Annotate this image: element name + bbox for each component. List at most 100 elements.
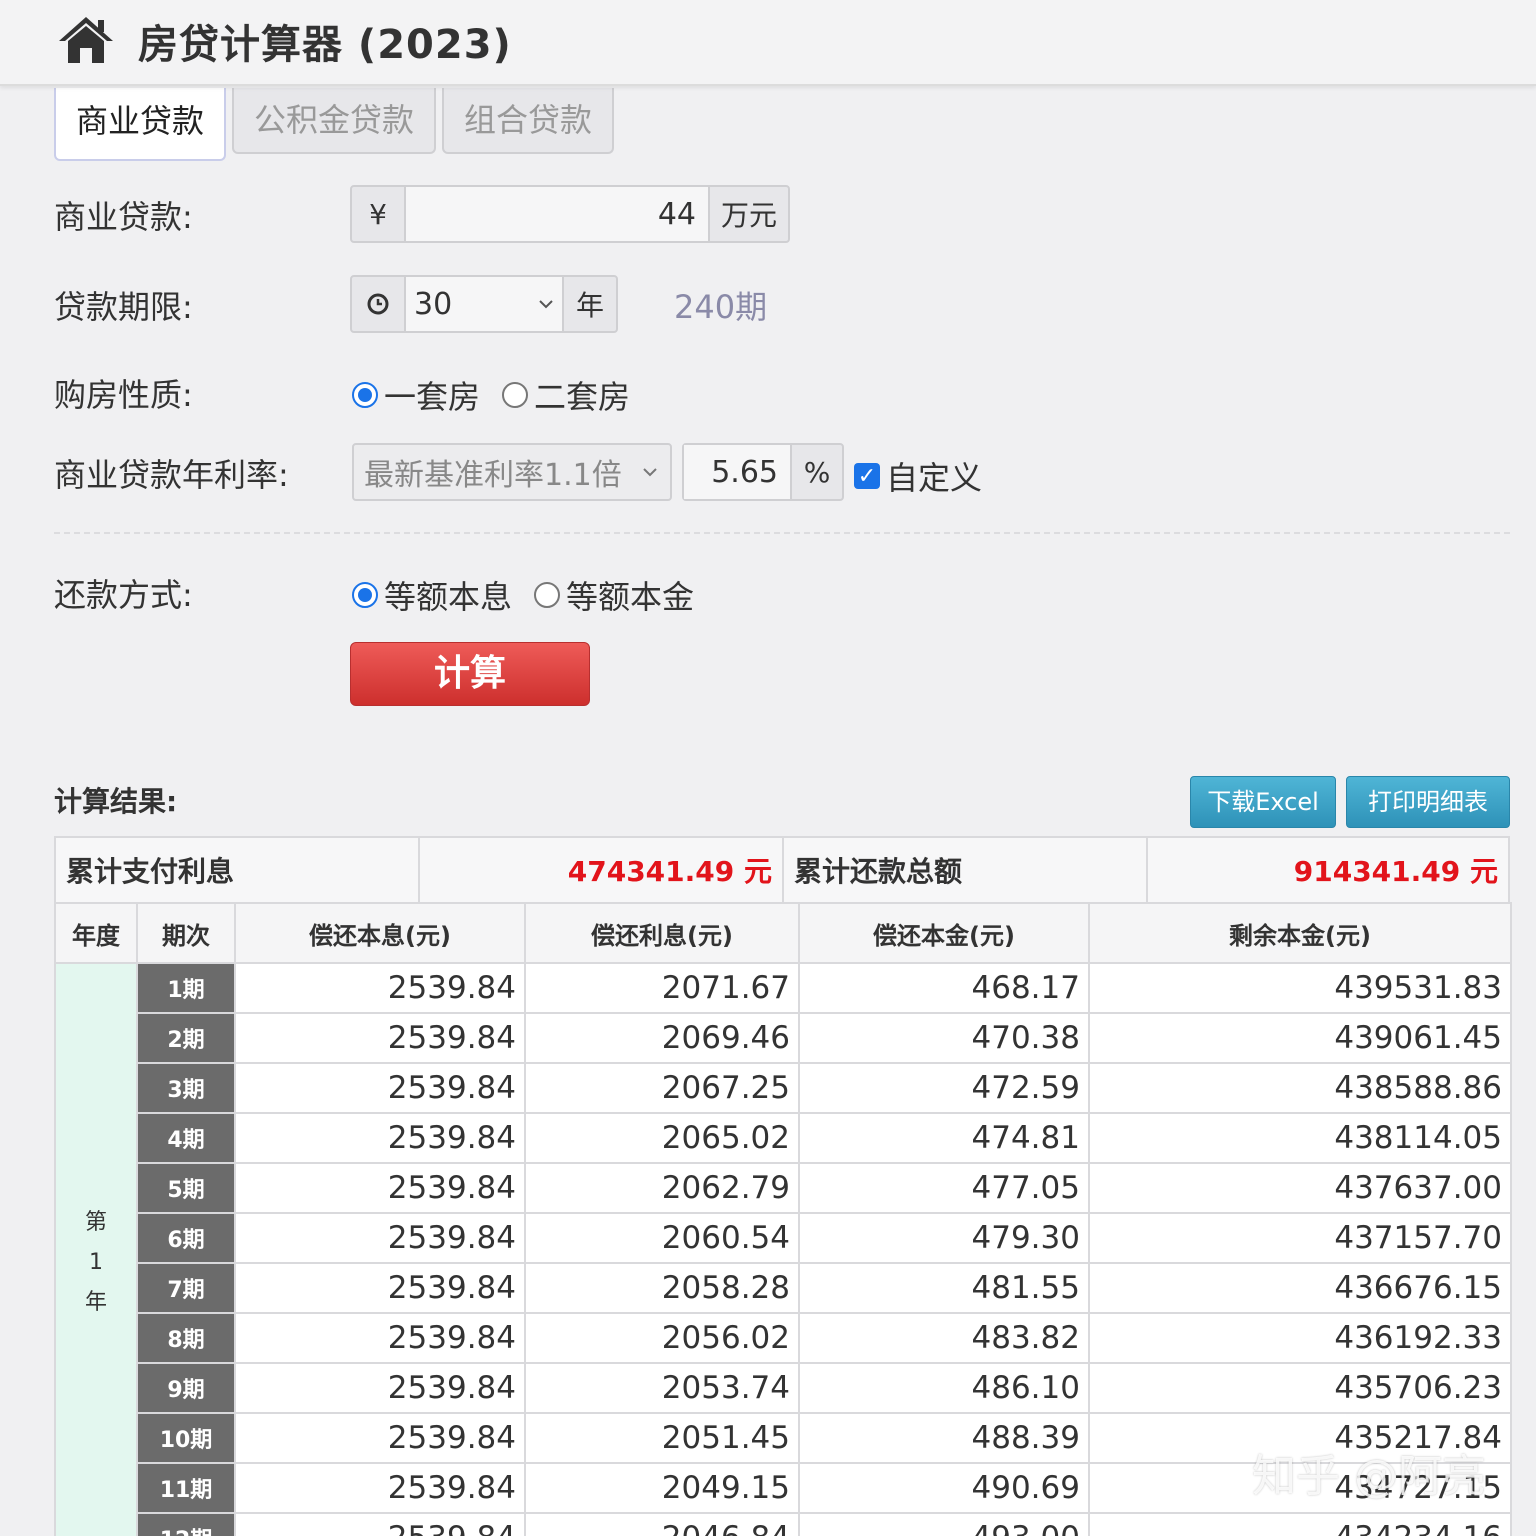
col-header-interest: 偿还利息(元) [524, 902, 800, 964]
principal-cell: 488.39 [798, 1412, 1090, 1464]
interest-cell: 2071.67 [524, 962, 800, 1014]
tab-provident-fund-loan[interactable]: 公积金贷款 [232, 88, 436, 154]
interest-cell: 2046.84 [524, 1512, 800, 1536]
clock-icon [352, 277, 404, 331]
top-bar: 房贷计算器 (2023) [0, 0, 1536, 86]
custom-rate-checkbox[interactable]: ✓ 自定义 [854, 453, 982, 499]
equal-principal-label: 等额本金 [566, 578, 695, 616]
period-cell: 5期 [136, 1162, 236, 1214]
period-cell: 7期 [136, 1262, 236, 1314]
principal-cell: 472.59 [798, 1062, 1090, 1114]
table-row: 11期 2539.84 2049.15 490.69 434727.15 [55, 1462, 1512, 1514]
table-row: 7期 2539.84 2058.28 481.55 436676.15 [55, 1262, 1512, 1314]
download-excel-button[interactable]: 下载Excel [1190, 776, 1336, 828]
house-type-label: 购房性质: [54, 376, 193, 414]
remaining-cell: 435706.23 [1088, 1362, 1512, 1414]
interest-rate-label: 商业贷款年利率: [54, 456, 289, 494]
total-interest-value: 474341.49 元 [420, 838, 784, 902]
radio-empty-icon [502, 382, 528, 408]
principal-cell: 474.81 [798, 1112, 1090, 1164]
loan-term-select[interactable]: 30 [404, 277, 564, 331]
loan-amount-label: 商业贷款: [54, 198, 193, 236]
interest-cell: 2069.46 [524, 1012, 800, 1064]
remaining-cell: 434234.16 [1088, 1512, 1512, 1536]
remaining-cell: 435217.84 [1088, 1412, 1512, 1464]
loan-amount-input[interactable]: 44 [404, 187, 710, 241]
chevron-down-icon [539, 300, 553, 309]
remaining-cell: 434727.15 [1088, 1462, 1512, 1514]
loan-term-label: 贷款期限: [54, 288, 193, 326]
principal-cell: 486.10 [798, 1362, 1090, 1414]
interest-cell: 2053.74 [524, 1362, 800, 1414]
remaining-cell: 438588.86 [1088, 1062, 1512, 1114]
loan-amount-unit: 万元 [720, 199, 777, 232]
interest-cell: 2051.45 [524, 1412, 800, 1464]
rate-type-select[interactable]: 最新基准利率1.1倍 [352, 443, 672, 501]
principal-cell: 470.38 [798, 1012, 1090, 1064]
period-cell: 1期 [136, 962, 236, 1014]
principal-cell: 490.69 [798, 1462, 1090, 1514]
payment-cell: 2539.84 [234, 1512, 526, 1536]
second-house-radio[interactable]: 二套房 [502, 372, 630, 418]
payment-cell: 2539.84 [234, 962, 526, 1014]
table-row: 2期 2539.84 2069.46 470.38 439061.45 [55, 1012, 1512, 1064]
col-header-period: 期次 [136, 902, 236, 964]
loan-amount-group: ¥ 44 万元 [350, 185, 790, 243]
interest-cell: 2060.54 [524, 1212, 800, 1264]
period-cell: 9期 [136, 1362, 236, 1414]
tab-commercial-loan[interactable]: 商业贷款 [54, 88, 226, 161]
table-row: 9期 2539.84 2053.74 486.10 435706.23 [55, 1362, 1512, 1414]
calculate-button[interactable]: 计算 [350, 642, 590, 706]
table-row: 5期 2539.84 2062.79 477.05 437637.00 [55, 1162, 1512, 1214]
principal-cell: 479.30 [798, 1212, 1090, 1264]
equal-principal-radio[interactable]: 等额本金 [534, 572, 694, 618]
yuan-icon: ¥ [369, 197, 387, 231]
year-cell: 第 1 年 [54, 962, 138, 1536]
payment-cell: 2539.84 [234, 1412, 526, 1464]
principal-cell: 477.05 [798, 1162, 1090, 1214]
period-count: 240期 [674, 288, 768, 326]
repayment-schedule-table: 年度 期次 偿还本息(元) 偿还利息(元) 偿还本金(元) 剩余本金(元) 第 1… [54, 902, 1512, 1536]
total-repayment-value: 914341.49 元 [1293, 855, 1498, 888]
payment-cell: 2539.84 [234, 1012, 526, 1064]
tab-combined-loan[interactable]: 组合贷款 [442, 88, 614, 154]
summary-row: 累计支付利息 474341.49 元 累计还款总额 914341.49 元 [54, 836, 1510, 904]
col-header-remaining: 剩余本金(元) [1088, 902, 1512, 964]
percent-unit: % [803, 455, 831, 489]
payment-cell: 2539.84 [234, 1262, 526, 1314]
chevron-down-icon [643, 468, 657, 477]
interest-cell: 2067.25 [524, 1062, 800, 1114]
loan-term-unit: 年 [575, 289, 604, 322]
payment-cell: 2539.84 [234, 1462, 526, 1514]
first-house-radio[interactable]: 一套房 [352, 372, 480, 418]
loan-term-value: 30 [414, 286, 453, 322]
payment-cell: 2539.84 [234, 1362, 526, 1414]
rate-type-value: 最新基准利率1.1倍 [364, 458, 622, 493]
principal-cell: 481.55 [798, 1262, 1090, 1314]
interest-cell: 2056.02 [524, 1312, 800, 1364]
table-row: 12期2539.842046.84493.00434234.16 [55, 1512, 1512, 1536]
home-icon[interactable] [56, 14, 116, 66]
table-row: 8期 2539.84 2056.02 483.82 436192.33 [55, 1312, 1512, 1364]
remaining-cell: 437637.00 [1088, 1162, 1512, 1214]
table-row: 6期 2539.84 2060.54 479.30 437157.70 [55, 1212, 1512, 1264]
col-header-year: 年度 [54, 902, 138, 964]
second-house-label: 二套房 [534, 378, 631, 416]
principal-cell: 483.82 [798, 1312, 1090, 1364]
print-details-button[interactable]: 打印明细表 [1346, 776, 1510, 828]
rate-input[interactable]: 5.65 [684, 445, 792, 499]
interest-cell: 2062.79 [524, 1162, 800, 1214]
results-label: 计算结果: [54, 785, 178, 818]
table-row: 4期 2539.84 2065.02 474.81 438114.05 [55, 1112, 1512, 1164]
repayment-method-label: 还款方式: [54, 576, 193, 614]
remaining-cell: 438114.05 [1088, 1112, 1512, 1164]
payment-cell: 2539.84 [234, 1212, 526, 1264]
rate-input-group: 5.65 % [682, 443, 844, 501]
interest-cell: 2058.28 [524, 1262, 800, 1314]
equal-installment-radio[interactable]: 等额本息 [352, 572, 512, 618]
checkmark-icon: ✓ [854, 463, 880, 489]
payment-cell: 2539.84 [234, 1312, 526, 1364]
table-row: 第 1 年 1期 2539.84 2071.67 468.17 439531.83 [54, 962, 1512, 1536]
app-title: 房贷计算器 (2023) [138, 22, 512, 68]
table-header-row: 年度 期次 偿还本息(元) 偿还利息(元) 偿还本金(元) 剩余本金(元) [54, 902, 1512, 964]
